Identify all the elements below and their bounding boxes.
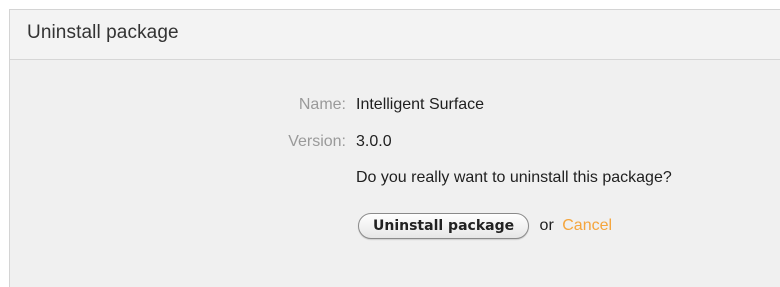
cancel-link[interactable]: Cancel [562, 217, 612, 235]
confirmation-question: Do you really want to uninstall this pac… [356, 169, 672, 186]
uninstall-package-dialog: Uninstall package Name: Intelligent Surf… [9, 9, 780, 287]
package-name-value: Intelligent Surface [356, 96, 485, 113]
version-label: Version: [288, 133, 346, 150]
or-separator-text: or [539, 217, 554, 234]
dialog-title: Uninstall package [27, 22, 179, 43]
dialog-actions: Uninstall package or Cancel [358, 213, 612, 241]
dialog-body: Name: Intelligent Surface Version: 3.0.0… [10, 60, 780, 287]
dialog-header: Uninstall package [10, 10, 780, 60]
name-label: Name: [298, 96, 346, 113]
package-version-value: 3.0.0 [356, 133, 392, 150]
uninstall-package-button[interactable]: Uninstall package [358, 213, 530, 239]
